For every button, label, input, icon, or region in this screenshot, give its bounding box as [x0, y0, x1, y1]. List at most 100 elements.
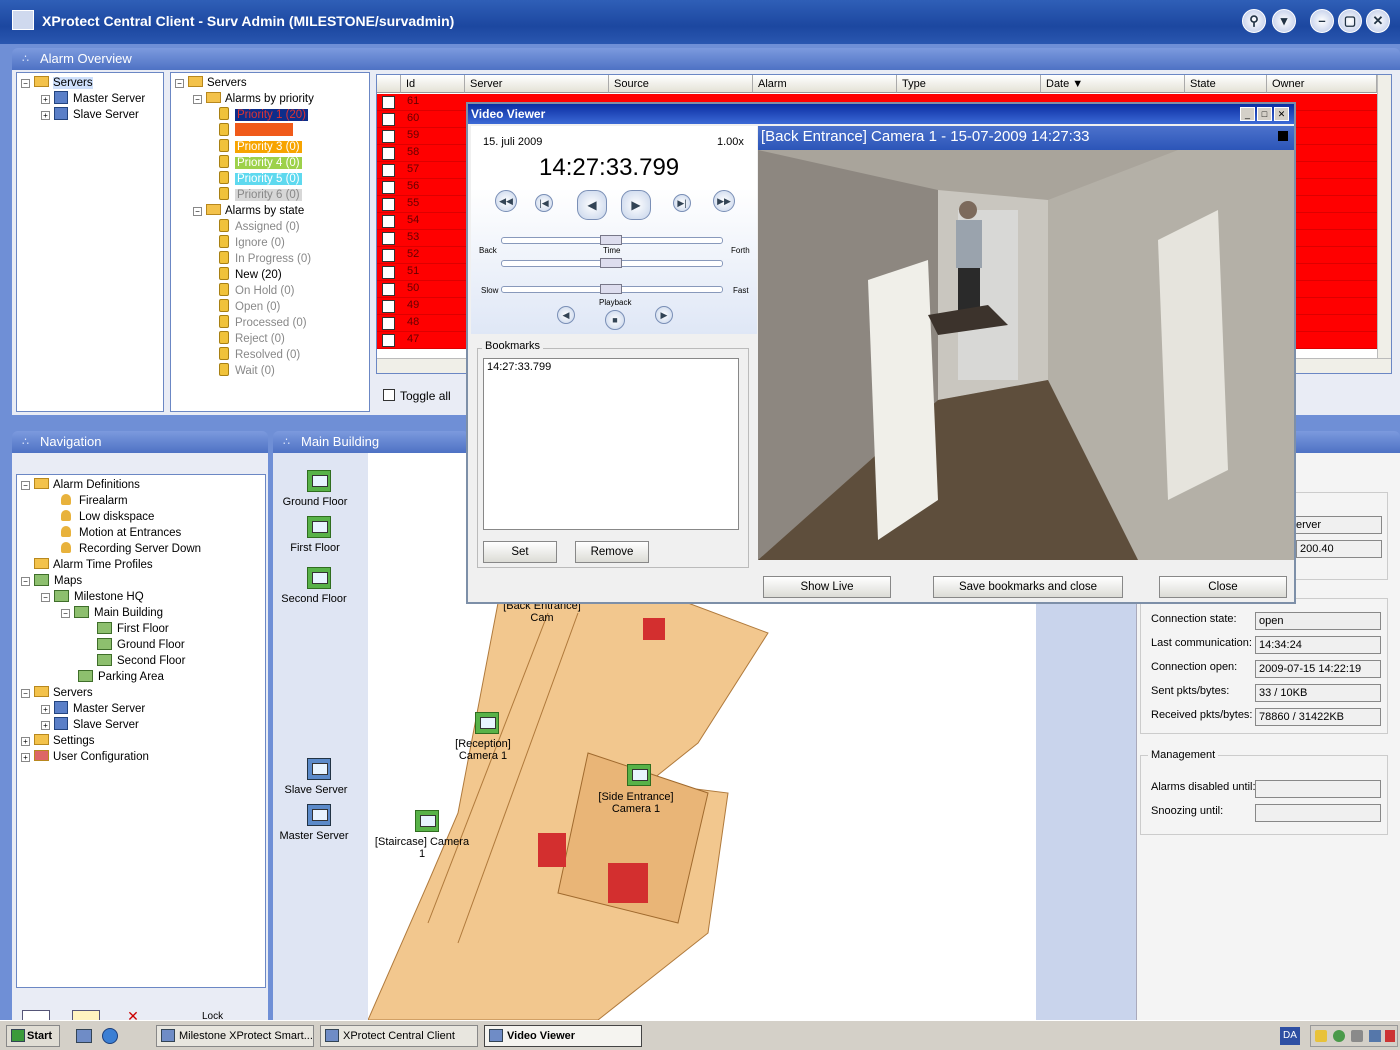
dialog-close-button[interactable]: ✕: [1274, 107, 1289, 121]
nav-slave-server[interactable]: + Slave Server: [21, 717, 261, 733]
col-id[interactable]: Id: [401, 75, 465, 93]
tree-state-ignore[interactable]: Ignore (0): [175, 235, 365, 251]
tree-state-on-hold[interactable]: On Hold (0): [175, 283, 365, 299]
nav-parking-area[interactable]: Parking Area: [21, 669, 261, 685]
row-checkbox[interactable]: [382, 96, 395, 109]
shield-icon[interactable]: [1315, 1030, 1327, 1042]
col-type[interactable]: Type: [897, 75, 1041, 93]
prev-frame-icon[interactable]: |◀: [535, 194, 553, 212]
video-frame[interactable]: [758, 150, 1294, 560]
speed-slider-thumb[interactable]: [600, 284, 622, 294]
bookmarks-list[interactable]: 14:27:33.799: [483, 358, 739, 530]
tree-state-resolved[interactable]: Resolved (0): [175, 347, 365, 363]
tree-priority-6[interactable]: Priority 6 (0): [175, 187, 365, 203]
nav-alarm-definitions[interactable]: − Alarm Definitions: [21, 477, 261, 493]
col-state[interactable]: State: [1185, 75, 1267, 93]
second-floor-icon[interactable]: [307, 567, 331, 589]
volume-icon[interactable]: [1385, 1030, 1395, 1042]
staircase-camera-icon[interactable]: [415, 810, 439, 832]
row-checkbox[interactable]: [382, 300, 395, 313]
tree-alarms-by-state[interactable]: − Alarms by state: [175, 203, 365, 219]
speed-slider[interactable]: [501, 284, 723, 294]
time-slider[interactable]: [501, 235, 723, 245]
tree-servers[interactable]: − Servers: [21, 75, 159, 91]
row-checkbox[interactable]: [382, 249, 395, 262]
tree-master-server[interactable]: + Master Server: [21, 91, 159, 107]
nav-user-configuration[interactable]: + User Configuration: [21, 749, 261, 765]
row-checkbox[interactable]: [382, 147, 395, 160]
ie-icon[interactable]: [102, 1028, 118, 1044]
row-checkbox[interactable]: [382, 130, 395, 143]
nav-alarm-time-profiles[interactable]: Alarm Time Profiles: [21, 557, 261, 573]
next-frame-icon[interactable]: ▶|: [673, 194, 691, 212]
ground-floor-icon[interactable]: [307, 470, 331, 492]
close-button[interactable]: Close: [1159, 576, 1287, 598]
master-server-icon[interactable]: [307, 804, 331, 826]
tree-state-processed[interactable]: Processed (0): [175, 315, 365, 331]
tree-state-in-progress[interactable]: In Progress (0): [175, 251, 365, 267]
play-reverse-icon[interactable]: ◀: [577, 190, 607, 220]
tree-state-open[interactable]: Open (0): [175, 299, 365, 315]
slave-server-icon[interactable]: [307, 758, 331, 780]
reception-camera-icon[interactable]: [475, 712, 499, 734]
maximize-button[interactable]: ▢: [1338, 9, 1362, 33]
nav-second-floor[interactable]: Second Floor: [21, 653, 261, 669]
nav-master-server[interactable]: + Master Server: [21, 701, 261, 717]
row-checkbox[interactable]: [382, 266, 395, 279]
step-slider[interactable]: [501, 258, 723, 268]
row-checkbox[interactable]: [382, 232, 395, 245]
nav-servers[interactable]: − Servers: [21, 685, 261, 701]
row-checkbox[interactable]: [382, 334, 395, 347]
tree-priority-4[interactable]: Priority 4 (0): [175, 155, 365, 171]
task-central-client[interactable]: XProtect Central Client: [320, 1025, 478, 1047]
start-button[interactable]: Start: [6, 1025, 60, 1047]
show-desktop-icon[interactable]: [76, 1029, 92, 1043]
snoozing-field[interactable]: [1255, 804, 1381, 822]
tree-state-new[interactable]: New (20): [175, 267, 365, 283]
show-live-button[interactable]: Show Live: [763, 576, 891, 598]
side-entrance-camera-icon[interactable]: [627, 764, 651, 786]
tree-state-reject[interactable]: Reject (0): [175, 331, 365, 347]
playback-next-icon[interactable]: ▶: [655, 306, 673, 324]
row-checkbox[interactable]: [382, 113, 395, 126]
nav-ground-floor[interactable]: Ground Floor: [21, 637, 261, 653]
task-milestone-smart[interactable]: Milestone XProtect Smart...: [156, 1025, 314, 1047]
nav-recording-server-down[interactable]: Recording Server Down: [21, 541, 261, 557]
monitor-icon[interactable]: [1369, 1030, 1381, 1042]
nav-maps[interactable]: − Maps: [21, 573, 261, 589]
tree-state-assigned[interactable]: Assigned (0): [175, 219, 365, 235]
nav-milestone-hq[interactable]: − Milestone HQ: [21, 589, 261, 605]
dialog-maximize-button[interactable]: □: [1257, 107, 1272, 121]
skip-start-icon[interactable]: ◀◀: [495, 190, 517, 212]
nav-settings[interactable]: + Settings: [21, 733, 261, 749]
minimize-button[interactable]: –: [1310, 9, 1334, 33]
time-slider-thumb[interactable]: [600, 235, 622, 245]
tree-priority-5[interactable]: Priority 5 (0): [175, 171, 365, 187]
language-indicator[interactable]: DA: [1280, 1027, 1300, 1045]
col-server[interactable]: Server: [465, 75, 609, 93]
menu-down-icon[interactable]: ▾: [1272, 9, 1296, 33]
tree-slave-server[interactable]: + Slave Server: [21, 107, 159, 123]
col-date[interactable]: Date ▼: [1041, 75, 1185, 93]
network-icon[interactable]: [1333, 1030, 1345, 1042]
nav-firealarm[interactable]: Firealarm: [21, 493, 261, 509]
col-owner[interactable]: Owner: [1267, 75, 1377, 93]
nav-first-floor[interactable]: First Floor: [21, 621, 261, 637]
row-checkbox[interactable]: [382, 198, 395, 211]
antivirus-icon[interactable]: [1351, 1030, 1363, 1042]
row-checkbox[interactable]: [382, 215, 395, 228]
col-source[interactable]: Source: [609, 75, 753, 93]
row-checkbox[interactable]: [382, 283, 395, 296]
tree-priority-1[interactable]: Priority 1 (20): [175, 107, 365, 123]
skip-end-icon[interactable]: ▶▶: [713, 190, 735, 212]
remove-bookmark-button[interactable]: Remove: [575, 541, 649, 563]
playback-stop-icon[interactable]: ■: [605, 310, 625, 330]
playback-prev-icon[interactable]: ◀: [557, 306, 575, 324]
task-video-viewer[interactable]: Video Viewer: [484, 1025, 642, 1047]
tree-priority-2[interactable]: [175, 123, 365, 139]
toggle-all-checkbox[interactable]: [383, 389, 395, 401]
play-forward-icon[interactable]: ▶: [621, 190, 651, 220]
vertical-scrollbar[interactable]: [1377, 75, 1391, 358]
nav-low-diskspace[interactable]: Low diskspace: [21, 509, 261, 525]
first-floor-icon[interactable]: [307, 516, 331, 538]
